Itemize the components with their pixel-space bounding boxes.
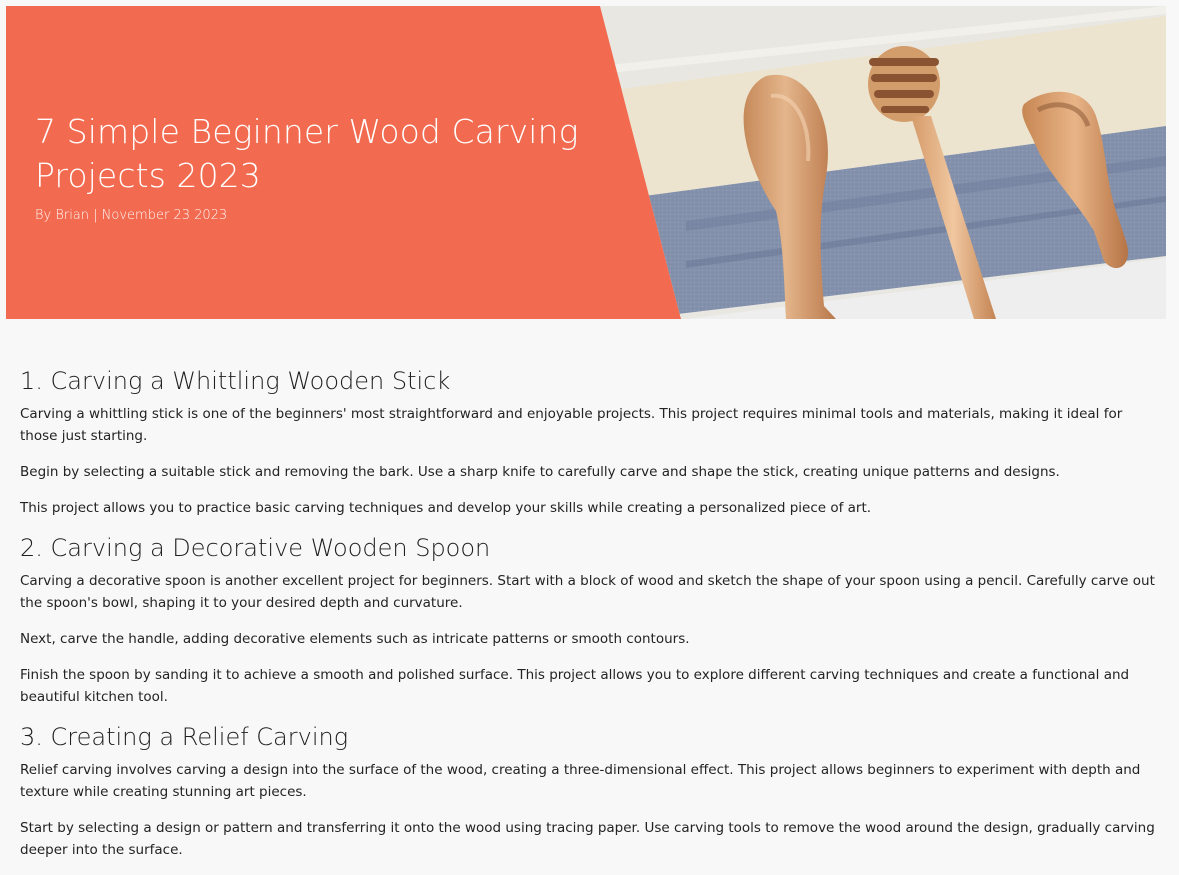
section-heading: 2. Carving a Decorative Wooden Spoon [20,534,491,562]
section-heading: 3. Creating a Relief Carving [20,723,349,751]
section-whittling-stick: 1. Carving a Whittling Wooden Stick Carv… [20,366,1158,519]
page-title: 7 Simple Beginner Wood Carving Projects … [35,112,579,195]
paragraph: Start by selecting a design or pattern a… [20,820,1155,858]
paragraph: Carving a decorative spoon is another ex… [20,573,1155,611]
paragraph: Relief carving involves carving a design… [20,762,1141,800]
paragraph: Begin by selecting a suitable stick and … [20,464,1060,480]
section-relief-carving: 3. Creating a Relief Carving Relief carv… [20,722,1158,861]
post-meta: By Brian | November 23 2023 [35,208,228,223]
section-decorative-spoon: 2. Carving a Decorative Wooden Spoon Car… [20,533,1158,708]
paragraph: This project allows you to practice basi… [20,500,872,516]
paragraph: Finish the spoon by sanding it to achiev… [20,667,1130,705]
paragraph: Carving a whittling stick is one of the … [20,406,1123,444]
section-heading: 1. Carving a Whittling Wooden Stick [20,367,451,395]
paragraph: Next, carve the handle, adding decorativ… [20,631,690,647]
hero-banner: 7 Simple Beginner Wood Carving Projects … [6,6,1166,319]
hero-text-block: 7 Simple Beginner Wood Carving Projects … [35,110,595,224]
article-content: 1. Carving a Whittling Wooden Stick Carv… [20,366,1158,875]
